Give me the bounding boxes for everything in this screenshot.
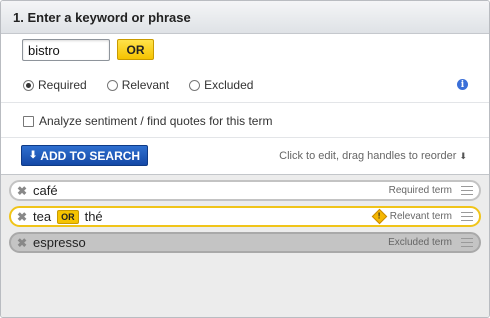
warning-icon: ! <box>371 208 388 225</box>
term-status: Required term <box>388 185 452 196</box>
remove-icon[interactable]: ✖ <box>17 184 29 198</box>
or-badge: OR <box>57 209 79 224</box>
add-to-search-button[interactable]: ⬇ ADD TO SEARCH <box>21 145 148 166</box>
term-word: espresso <box>33 235 86 250</box>
radio-relevant[interactable]: Relevant <box>106 78 170 92</box>
reorder-hint-text: Click to edit, drag handles to reorder <box>279 150 457 162</box>
radio-circle-icon <box>189 79 201 91</box>
arrow-down-icon: ⬇ <box>459 150 467 161</box>
panel-header: 1. Enter a keyword or phrase <box>1 1 489 34</box>
add-to-search-label: ADD TO SEARCH <box>40 148 141 163</box>
drag-handle-icon[interactable] <box>461 186 473 195</box>
remove-icon[interactable]: ✖ <box>17 236 29 250</box>
term-word: thé <box>84 209 103 224</box>
term-pill-required[interactable]: ✖ café Required term <box>9 180 481 201</box>
term-status: Relevant term <box>389 211 452 222</box>
divider <box>1 102 489 103</box>
term-status-wrap: ! Relevant term <box>371 208 452 225</box>
divider <box>1 137 489 138</box>
radio-circle-icon <box>23 79 34 91</box>
keyword-form: OR Required Relevant Excluded i Analyze … <box>1 34 489 173</box>
radio-circle-icon <box>106 79 118 91</box>
remove-icon[interactable]: ✖ <box>17 210 29 224</box>
radio-excluded[interactable]: Excluded <box>189 78 253 92</box>
info-icon[interactable]: i <box>457 79 468 90</box>
term-status: Excluded term <box>388 237 452 248</box>
term-word: café <box>33 183 58 198</box>
reorder-hint: Click to edit, drag handles to reorder ⬇ <box>279 150 467 162</box>
drag-handle-icon[interactable] <box>461 212 473 221</box>
radio-relevant-label: Relevant <box>121 78 170 92</box>
sentiment-checkbox[interactable]: Analyze sentiment / find quotes for this… <box>23 114 272 128</box>
sentiment-label: Analyze sentiment / find quotes for this… <box>39 114 273 128</box>
keyword-input[interactable] <box>22 39 110 61</box>
term-pill-relevant[interactable]: ✖ tea OR thé ! Relevant term <box>9 206 481 227</box>
or-button[interactable]: OR <box>117 39 154 60</box>
term-pill-excluded[interactable]: ✖ espresso Excluded term <box>9 232 481 253</box>
term-list: ✖ café Required term ✖ tea OR thé ! Rele… <box>1 174 489 317</box>
drag-handle-icon[interactable] <box>461 238 473 247</box>
arrow-down-icon: ⬇ <box>28 150 38 161</box>
term-word: tea <box>33 209 52 224</box>
keyword-editor-panel: 1. Enter a keyword or phrase OR Required… <box>0 0 490 318</box>
term-type-radio-group: Required Relevant Excluded <box>23 77 253 93</box>
radio-excluded-label: Excluded <box>204 78 254 92</box>
radio-required-label: Required <box>38 78 87 92</box>
checkbox-icon <box>23 115 34 127</box>
panel-title: 1. Enter a keyword or phrase <box>13 9 191 25</box>
radio-required[interactable]: Required <box>23 78 87 92</box>
